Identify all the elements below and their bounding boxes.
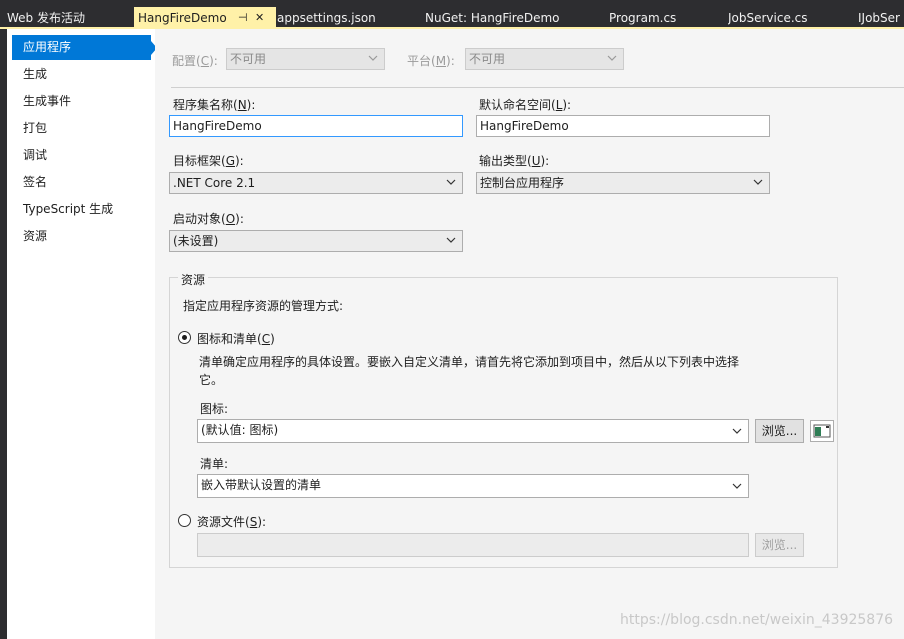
sidebar-item-build[interactable]: 生成	[12, 62, 151, 87]
tab-nuget[interactable]: NuGet: HangFireDemo	[425, 7, 600, 29]
output-type-value: 控制台应用程序	[480, 176, 565, 190]
sidebar-item-label: 应用程序	[23, 40, 72, 54]
resource-file-label[interactable]: 资源文件(S):	[197, 513, 266, 530]
chevron-down-icon	[732, 483, 742, 489]
sidebar-item-signing[interactable]: 签名	[12, 170, 151, 195]
sidebar-item-label: 签名	[23, 175, 48, 189]
manifest-description-line1: 清单确定应用程序的具体设置。要嵌入自定义清单，请首先将它添加到项目中，然后从以下…	[199, 355, 740, 369]
configuration-dropdown[interactable]: 不可用	[226, 48, 385, 70]
target-framework-label: 目标框架(G):	[173, 154, 244, 168]
resource-file-radio[interactable]	[178, 514, 191, 527]
platform-dropdown[interactable]: 不可用	[465, 48, 624, 70]
tab-hangfiredemo[interactable]: HangFireDemo ⊣ ✕	[134, 7, 276, 29]
manifest-label: 清单:	[200, 457, 229, 471]
target-framework-value: .NET Core 2.1	[173, 176, 256, 190]
sidebar-item-resources[interactable]: 资源	[12, 224, 151, 249]
close-icon[interactable]: ✕	[255, 7, 264, 29]
startup-object-label: 启动对象(O):	[173, 212, 244, 226]
sidebar-item-package[interactable]: 打包	[12, 116, 151, 141]
pin-icon[interactable]: ⊣	[238, 7, 248, 29]
chevron-down-icon	[732, 428, 742, 434]
sidebar-item-label: TypeScript 生成	[23, 202, 114, 216]
tab-label: JobService.cs	[728, 11, 808, 25]
assembly-name-value: HangFireDemo	[173, 119, 262, 133]
startup-object-dropdown[interactable]: (未设置)	[169, 230, 463, 252]
window-preview-icon	[813, 424, 831, 438]
tab-label: HangFireDemo	[138, 11, 227, 25]
sidebar-item-application[interactable]: 应用程序	[12, 35, 151, 60]
icon-dropdown[interactable]: (默认值: 图标)	[197, 419, 749, 443]
output-type-label: 输出类型(U):	[479, 154, 550, 168]
default-namespace-label: 默认命名空间(L):	[479, 98, 572, 112]
tab-label: NuGet: HangFireDemo	[425, 11, 560, 25]
chevron-down-icon	[753, 179, 763, 185]
resources-group-title: 资源	[178, 271, 209, 288]
project-properties-page: 应用程序 生成 生成事件 打包 调试 签名 TypeScript 生成 资源 配…	[7, 29, 904, 639]
tab-jobservice[interactable]: JobService.cs	[728, 7, 848, 29]
configuration-label: 配置(C):	[172, 54, 218, 68]
default-namespace-value: HangFireDemo	[480, 119, 569, 133]
sidebar-item-build-events[interactable]: 生成事件	[12, 89, 151, 114]
tab-label: IJobSer	[858, 11, 900, 25]
icon-browse-button[interactable]: 浏览...	[755, 419, 804, 443]
resource-file-browse-button[interactable]: 浏览...	[755, 533, 804, 557]
sidebar-item-label: 资源	[23, 229, 48, 243]
sidebar-item-typescript-build[interactable]: TypeScript 生成	[12, 197, 151, 222]
tab-web-publish[interactable]: Web 发布活动	[7, 7, 131, 29]
chevron-down-icon	[446, 179, 456, 185]
manifest-description-line2: 它。	[199, 373, 224, 387]
assembly-name-label: 程序集名称(N):	[173, 98, 256, 112]
resource-file-input[interactable]	[197, 533, 749, 557]
divider	[171, 87, 904, 88]
sidebar-item-label: 生成	[23, 67, 48, 81]
sidebar-item-label: 打包	[23, 121, 48, 135]
watermark: https://blog.csdn.net/weixin_43925876	[620, 612, 894, 628]
target-framework-dropdown[interactable]: .NET Core 2.1	[169, 172, 463, 194]
radio-selected-dot	[182, 335, 187, 340]
icon-manifest-label[interactable]: 图标和清单(C)	[197, 330, 275, 347]
default-namespace-input[interactable]: HangFireDemo	[476, 115, 770, 137]
resources-description: 指定应用程序资源的管理方式:	[183, 299, 344, 313]
tab-appsettings[interactable]: appsettings.json	[277, 7, 417, 29]
tab-label: appsettings.json	[277, 11, 376, 25]
tab-label: Program.cs	[609, 11, 677, 25]
tab-label: Web 发布活动	[7, 11, 85, 25]
chevron-down-icon	[368, 55, 378, 61]
tab-program[interactable]: Program.cs	[609, 7, 719, 29]
manifest-value: 嵌入带默认设置的清单	[201, 478, 322, 492]
icon-label: 图标:	[200, 402, 229, 416]
icon-value: (默认值: 图标)	[201, 423, 279, 437]
sidebar: 应用程序 生成 生成事件 打包 调试 签名 TypeScript 生成 资源	[7, 29, 157, 639]
assembly-name-input[interactable]: HangFireDemo	[169, 115, 463, 137]
platform-label: 平台(M):	[407, 54, 455, 68]
sidebar-item-label: 生成事件	[23, 94, 72, 108]
icon-preview	[810, 420, 834, 442]
manifest-dropdown[interactable]: 嵌入带默认设置的清单	[197, 474, 749, 498]
chevron-down-icon	[607, 55, 617, 61]
icon-manifest-radio[interactable]	[178, 331, 191, 344]
tab-ijobservice[interactable]: IJobSer	[858, 7, 904, 29]
sidebar-item-debug[interactable]: 调试	[12, 143, 151, 168]
sidebar-item-label: 调试	[23, 148, 48, 162]
document-tab-bar: Web 发布活动 HangFireDemo ⊣ ✕ appsettings.js…	[0, 0, 904, 29]
output-type-dropdown[interactable]: 控制台应用程序	[476, 172, 770, 194]
startup-object-value: (未设置)	[173, 234, 219, 248]
platform-value: 不可用	[469, 52, 506, 66]
chevron-down-icon	[446, 237, 456, 243]
configuration-value: 不可用	[230, 52, 267, 66]
application-settings: 配置(C): 不可用 平台(M): 不可用 程序集名称(N): HangFire…	[155, 29, 904, 639]
